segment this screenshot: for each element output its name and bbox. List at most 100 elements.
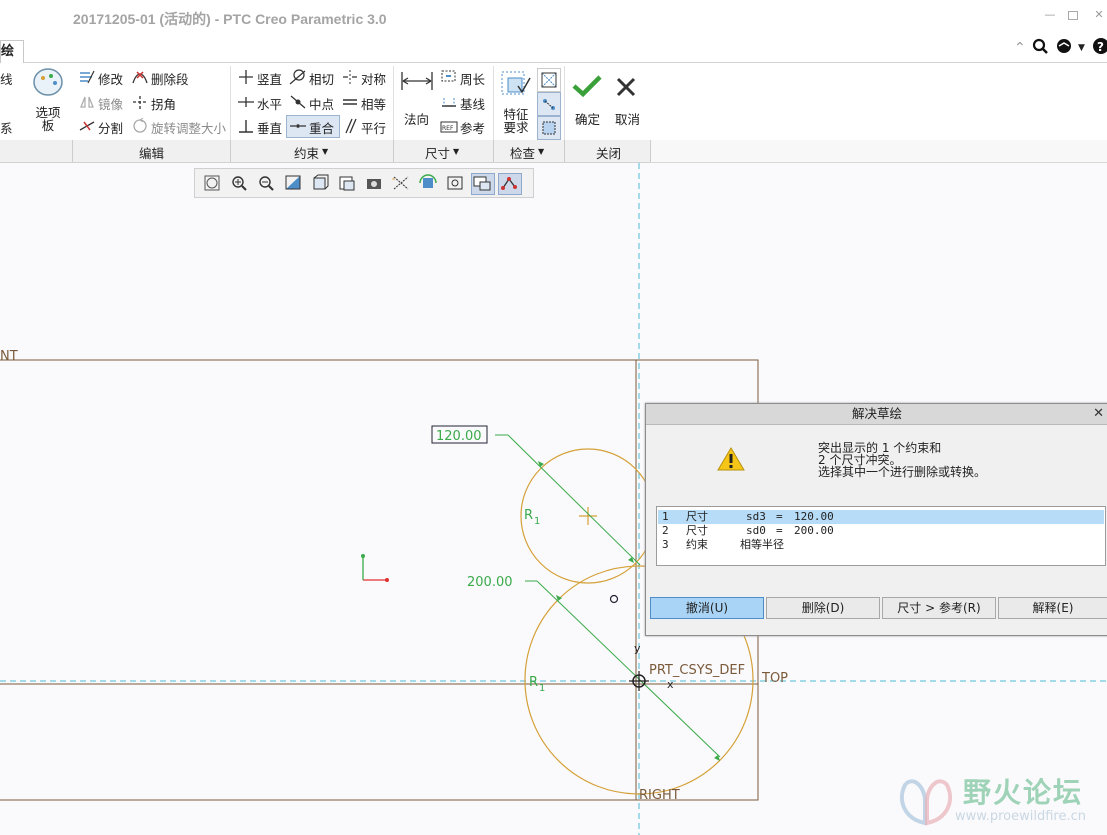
zoom-in-icon[interactable] (228, 173, 252, 195)
feature-requirements-icon (501, 71, 531, 95)
feature-requirements-button[interactable]: 特征要求 (502, 108, 530, 134)
vertical-button[interactable]: 竖直 (257, 69, 282, 88)
dim-to-reference-button[interactable]: 尺寸 > 参考(R) (882, 597, 996, 619)
cancel-button[interactable]: 取消 (615, 109, 640, 128)
perimeter-button[interactable]: 周长 (460, 69, 485, 88)
coincident-button[interactable]: 重合 (309, 118, 334, 137)
datum-label-right: RIGHT (639, 788, 680, 803)
corner-button[interactable]: 拐角 (151, 94, 176, 113)
csys-label: PRT_CSYS_DEF (649, 663, 745, 678)
corner-icon (133, 96, 147, 109)
parallel-button[interactable]: 平行 (361, 118, 386, 137)
ribbon-tab-strip: 绘 (0, 36, 1107, 63)
collapse-ribbon-icon[interactable]: ⌃ (1014, 40, 1026, 56)
modify-button[interactable]: 修改 (98, 69, 123, 88)
watermark-title: 野火论坛 (963, 776, 1084, 809)
vertical-constraint-icon (239, 70, 253, 84)
coordinate-system-button-partial[interactable]: 系 (0, 118, 13, 137)
repaint-icon[interactable] (282, 173, 306, 195)
sketch-view-icon[interactable] (471, 173, 495, 195)
explain-button[interactable]: 解释(E) (998, 597, 1107, 619)
minimize-icon[interactable]: — (1043, 9, 1057, 21)
help-icon[interactable]: ? (1092, 37, 1107, 55)
ribbon-group-labels-rest (650, 140, 1107, 163)
close-icon[interactable]: ✕ (1092, 9, 1106, 21)
constrain-dropdown-icon[interactable]: ▼ (322, 147, 328, 156)
saved-orientations-icon[interactable] (336, 173, 360, 195)
tangent-button[interactable]: 相切 (309, 69, 334, 88)
symmetric-icon (343, 70, 357, 84)
tangent-icon (289, 69, 306, 85)
ok-button[interactable]: 确定 (575, 109, 600, 128)
horizontal-button[interactable]: 水平 (257, 94, 282, 113)
datum-label-front: NT (0, 349, 18, 364)
conflict-row-2[interactable]: 2 尺寸 sd0 = 200.00 (658, 524, 1104, 538)
conflict-row-3[interactable]: 3 约束 相等半径 (658, 538, 1104, 552)
resolve-sketch-dialog: 解决草绘 ✕ 突出显示的 1 个约束和 2 个尺寸冲突。 选择其中一个进行删除或… (645, 403, 1107, 636)
baseline-button[interactable]: 基线 (460, 94, 485, 113)
inspect-dropdown-icon[interactable]: ▼ (538, 147, 544, 156)
midpoint-icon (290, 95, 306, 109)
group-divider (230, 140, 231, 162)
parallel-icon (345, 118, 357, 134)
svg-text:?: ? (1097, 40, 1104, 54)
radius-sub-2: 1 (539, 683, 545, 694)
open-point (609, 594, 619, 604)
normal-dimension-icon (401, 72, 433, 90)
annotation-display-icon[interactable] (444, 173, 468, 195)
perimeter-icon (441, 70, 456, 82)
line-button-partial[interactable]: 线 (0, 69, 13, 88)
perpendicular-button[interactable]: 垂直 (257, 118, 282, 137)
group-label-inspect[interactable]: 检查 (510, 143, 535, 162)
window-title: 20171205-01 (活动的) - PTC Creo Parametric … (73, 11, 387, 27)
perpendicular-icon (239, 120, 253, 133)
palette-button-label[interactable]: 选项板 (35, 106, 61, 132)
group-label-constrain[interactable]: 约束 (294, 143, 319, 162)
zoom-out-icon[interactable] (255, 173, 279, 195)
dropdown-arrow-icon[interactable]: ▼ (1078, 43, 1085, 53)
mirror-button[interactable]: 镜像 (98, 94, 123, 113)
highlight-open-ends-icon[interactable] (537, 92, 561, 116)
conflict-message-line-3: 选择其中一个进行删除或转换。 (818, 465, 987, 479)
graphics-toolbar: * (194, 168, 534, 198)
reference-button[interactable]: 参考 (460, 118, 485, 137)
datum-display-icon[interactable]: * (390, 173, 414, 195)
display-style-icon[interactable] (309, 173, 333, 195)
radius-label-1: R (524, 508, 533, 523)
dimension-dropdown-icon[interactable]: ▼ (453, 147, 459, 156)
dialog-close-icon[interactable]: ✕ (1093, 404, 1104, 424)
sketcher-display-icon[interactable] (498, 173, 522, 195)
warning-icon (717, 447, 745, 471)
palette-icon[interactable] (31, 66, 65, 100)
refit-icon[interactable] (201, 173, 225, 195)
conflict-row-1[interactable]: 1 尺寸 sd3 = 120.00 (658, 510, 1104, 524)
conflict-list[interactable]: 1 尺寸 sd3 = 120.00 2 尺寸 sd0 = 200.00 3 约束 相等半径 (656, 506, 1106, 566)
tab-sketch[interactable]: 绘 (0, 40, 24, 63)
cancel-x-icon (616, 77, 636, 97)
equal-button[interactable]: 相等 (361, 94, 386, 113)
rotate-resize-button[interactable]: 旋转调整大小 (151, 118, 226, 137)
undo-button[interactable]: 撤消(U) (650, 597, 764, 619)
divide-button[interactable]: 分割 (98, 118, 123, 137)
symmetric-button[interactable]: 对称 (361, 69, 386, 88)
community-icon[interactable] (1056, 38, 1074, 54)
dim-120-value: 120.00 (436, 429, 482, 444)
delete-button[interactable]: 删除(D) (766, 597, 880, 619)
title-bar: 20171205-01 (活动的) - PTC Creo Parametric … (0, 0, 1107, 36)
group-divider (72, 140, 73, 162)
normal-dimension-button[interactable]: 法向 (404, 109, 429, 128)
search-icon[interactable] (1032, 38, 1048, 54)
dialog-title[interactable]: 解决草绘 (646, 404, 1107, 425)
shade-closed-loops-icon[interactable] (537, 116, 561, 140)
delete-segment-button[interactable]: 删除段 (151, 69, 189, 88)
mirror-icon (80, 96, 94, 108)
spin-center-icon[interactable] (417, 173, 441, 195)
maximize-icon[interactable] (1068, 11, 1078, 20)
view-manager-icon[interactable] (363, 173, 387, 195)
midpoint-button[interactable]: 中点 (309, 94, 334, 113)
radius-label-2: R (529, 675, 538, 690)
group-label-dimension[interactable]: 尺寸 (425, 143, 450, 162)
svg-text:REF: REF (442, 125, 454, 132)
overlapping-geometry-icon[interactable] (537, 68, 561, 92)
svg-text:*: * (392, 177, 395, 184)
